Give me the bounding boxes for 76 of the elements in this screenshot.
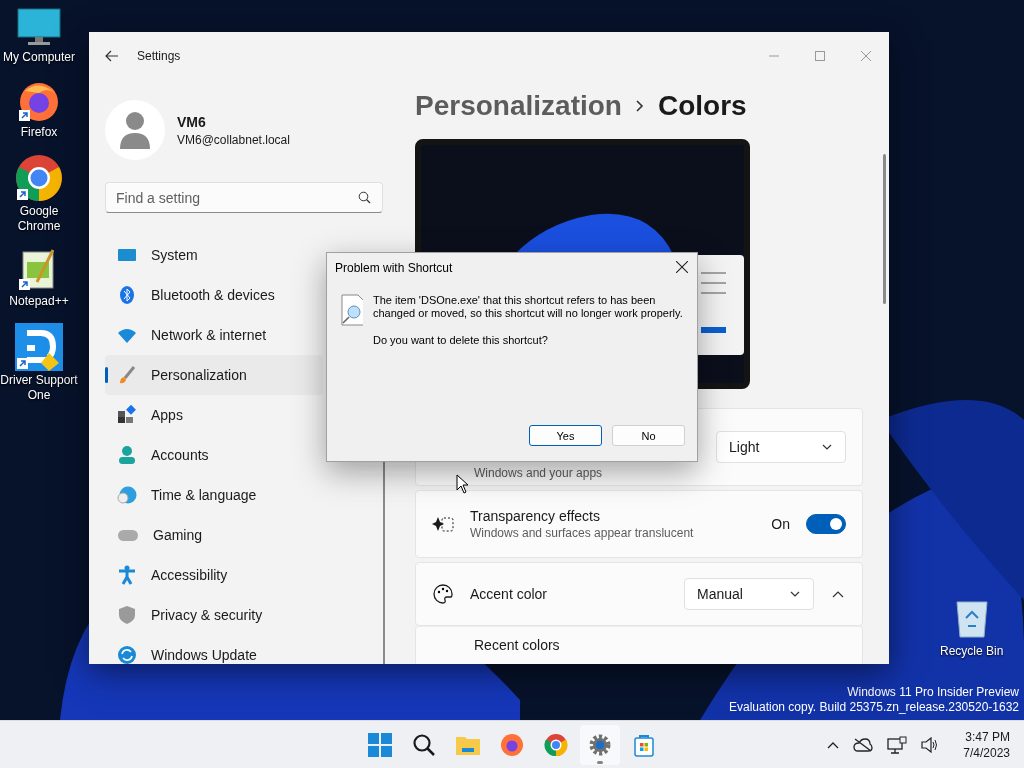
toggle-state-label: On (771, 516, 790, 532)
card-title: Transparency effects (470, 508, 601, 524)
profile-email: VM6@collabnet.local (177, 132, 290, 147)
desktop-icon-label[interactable]: Google Chrome (0, 204, 78, 234)
desktop-icon-label[interactable]: My Computer (3, 50, 75, 65)
theme-dropdown[interactable]: Light (716, 431, 846, 463)
windows-start-icon[interactable] (368, 733, 392, 757)
search-field[interactable]: Find a setting (105, 182, 383, 213)
close-icon[interactable] (676, 261, 688, 273)
dialog-button[interactable]: No (612, 425, 685, 446)
nav-item[interactable]: Windows Update (105, 635, 323, 664)
accent-dropdown[interactable]: Manual (684, 578, 814, 610)
desktop-icon-label[interactable]: Notepad++ (9, 294, 69, 309)
nav-item[interactable]: Apps (105, 395, 323, 435)
desktop-icon-label[interactable]: Recycle Bin (940, 644, 1004, 659)
breadcrumb-item: Colors (657, 90, 747, 122)
nav-item[interactable]: Gaming (105, 515, 323, 555)
nav-item[interactable]: Accessibility (105, 555, 323, 595)
accessibility-person-icon (117, 565, 137, 585)
desktop-icon-label[interactable]: Firefox (20, 125, 58, 140)
dialog-message: The item 'DSOne.exe' that this shortcut refers to has been changed or moved, so this shortcut will no longer work properly. (373, 294, 684, 320)
expand-toggle[interactable] (830, 590, 846, 598)
maximize-icon[interactable] (815, 51, 825, 61)
firefox-icon[interactable] (500, 733, 524, 757)
card-subtitle: Windows and surfaces appear translucent (470, 526, 695, 540)
section-title: Recent colors (474, 637, 561, 653)
bluetooth-icon (117, 285, 137, 305)
nav-item[interactable]: Time & language (105, 475, 323, 515)
profile-name: VM6 (177, 113, 207, 130)
chevron-up-icon[interactable] (827, 740, 840, 749)
monitor-icon (17, 8, 61, 48)
palette-icon (432, 583, 454, 605)
nav-item[interactable]: Personalization (105, 355, 323, 395)
chevron-right-icon (635, 100, 644, 112)
back-arrow-icon[interactable] (105, 50, 119, 62)
apps-grid-icon (117, 405, 137, 425)
speaker-icon[interactable] (921, 736, 940, 753)
watermark-text: Evaluation copy. Build 25375.zn_release.230520-1632 (729, 700, 1019, 715)
cloud-off-icon[interactable] (853, 737, 874, 752)
shortcut-arrow-icon (19, 110, 30, 121)
dialog-button[interactable]: Yes (529, 425, 602, 446)
window-title: Settings (137, 49, 181, 63)
folder-icon[interactable] (455, 734, 481, 756)
clock[interactable]: 3:47 PM 7/4/2023 (963, 728, 1010, 761)
file-search-icon (341, 294, 363, 326)
card-subtitle: Windows and your apps (474, 466, 604, 480)
dialog-title: Problem with Shortcut (335, 260, 454, 275)
shortcut-arrow-icon (17, 189, 28, 200)
nav-item[interactable]: Network & internet (105, 315, 323, 355)
driver-app-icon (15, 323, 63, 371)
paintbrush-icon (117, 365, 137, 385)
transparency-icon (432, 515, 454, 533)
nav-item[interactable]: System (105, 235, 323, 275)
network-icon[interactable] (887, 735, 908, 754)
breadcrumb-item[interactable]: Personalization (415, 90, 622, 122)
toggle-switch[interactable] (806, 514, 846, 534)
shield-icon (117, 605, 137, 625)
card-title: Accent color (470, 586, 549, 602)
nav-item[interactable]: Privacy & security (105, 595, 323, 635)
nav-item[interactable]: Bluetooth & devices (105, 275, 323, 315)
person-icon (117, 445, 137, 465)
chevron-up-icon (832, 590, 844, 598)
shortcut-arrow-icon (17, 358, 28, 369)
store-bag-icon[interactable] (633, 733, 655, 757)
chevron-down-icon (789, 590, 801, 598)
nav-item[interactable]: Accounts (105, 435, 323, 475)
desktop-icon-label[interactable]: Driver Support One (0, 373, 78, 403)
gear-icon[interactable] (588, 733, 612, 757)
search-icon[interactable] (412, 733, 436, 757)
chrome-icon (15, 154, 63, 202)
search-icon (358, 191, 371, 204)
shortcut-arrow-icon (19, 279, 30, 290)
chevron-down-icon (821, 443, 833, 451)
chrome-icon[interactable] (544, 733, 568, 757)
watermark-text: Windows 11 Pro Insider Preview (847, 685, 1019, 700)
dialog-question: Do you want to delete this shortcut? (373, 334, 549, 347)
